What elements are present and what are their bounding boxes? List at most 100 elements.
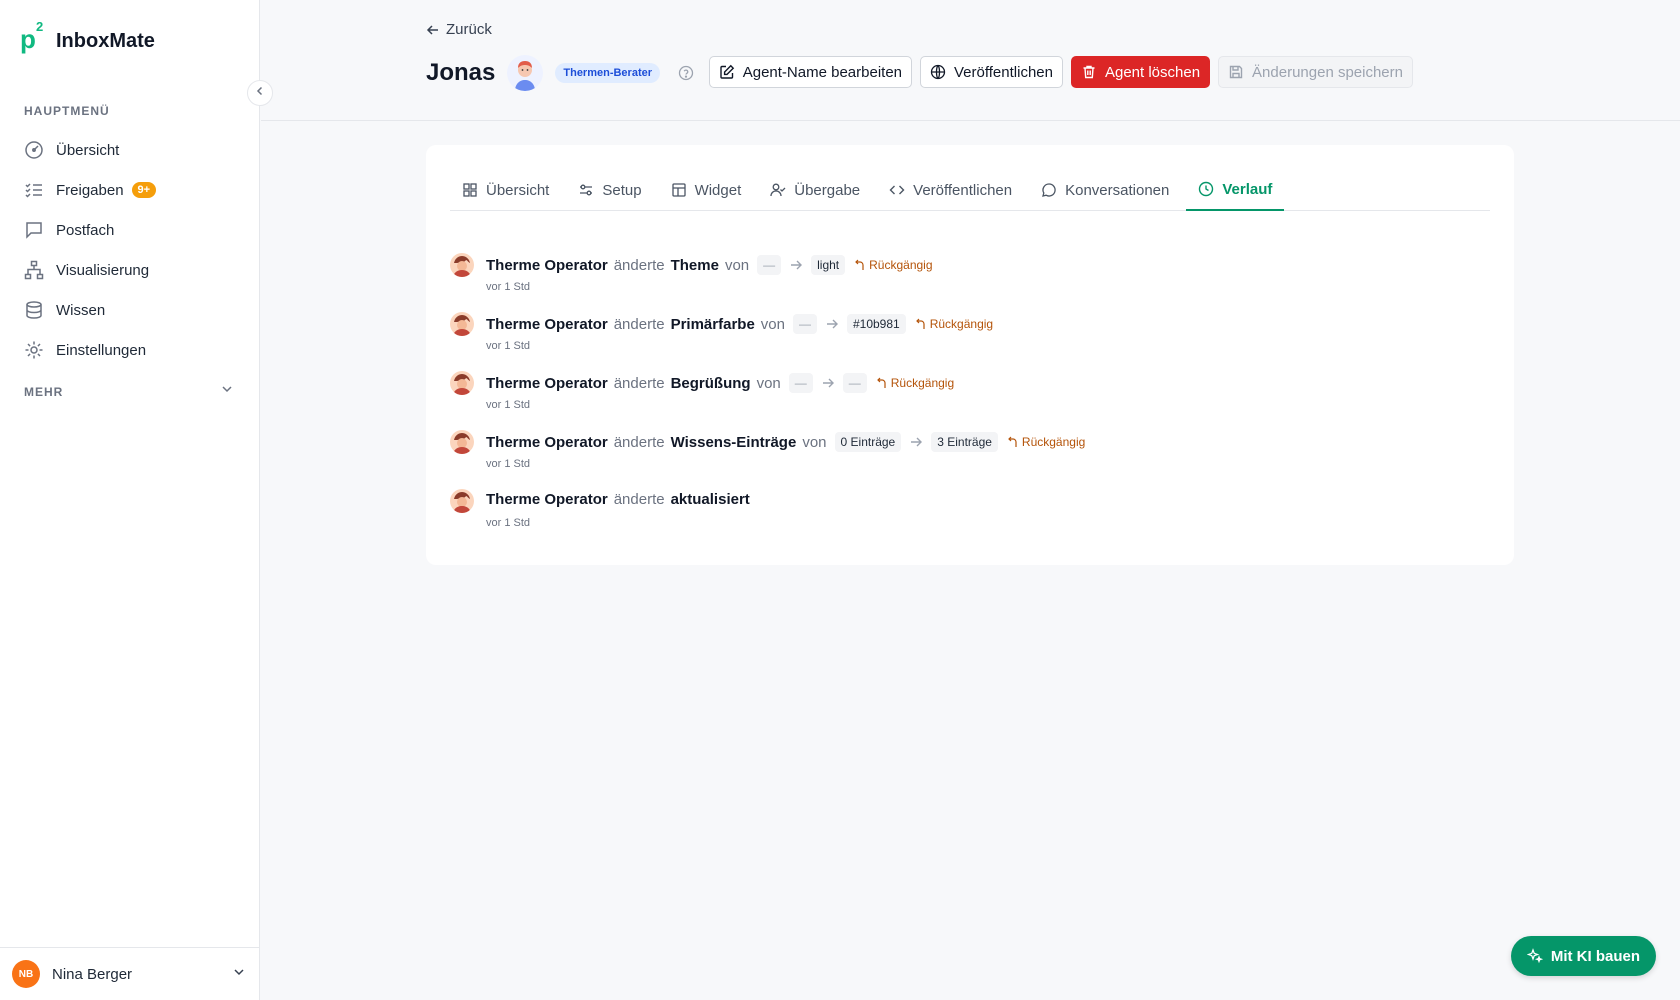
sparkles-icon	[1526, 948, 1543, 964]
clock-icon	[1198, 181, 1214, 197]
edit-icon	[719, 64, 735, 80]
code-icon	[889, 182, 905, 198]
grid-icon	[462, 182, 478, 198]
tab-label: Veröffentlichen	[913, 181, 1013, 199]
chat-icon	[24, 220, 44, 240]
globe-icon	[930, 64, 946, 80]
build-with-ai-label: Mit KI bauen	[1550, 947, 1640, 965]
agent-avatar	[507, 55, 544, 91]
history-user: Therme Operator	[486, 256, 608, 274]
logo-mark: p 2	[20, 20, 46, 56]
save-icon	[1228, 64, 1244, 80]
help-icon[interactable]	[678, 65, 694, 81]
layout-icon	[671, 182, 687, 198]
database-icon	[24, 300, 44, 320]
undo-button[interactable]: Rückgängig	[855, 258, 933, 272]
undo-label: Rückgängig	[869, 258, 933, 272]
gauge-icon	[24, 140, 44, 160]
history-field: Primärfarbe	[670, 315, 755, 333]
undo-button[interactable]: Rückgängig	[1008, 435, 1085, 449]
sidebar-item-label: Übersicht	[56, 141, 120, 159]
sidebar-item-knowledge[interactable]: Wissen	[14, 290, 246, 330]
history-list: Therme Operator änderte Theme von — ligh…	[450, 253, 1490, 548]
history-entry: Therme Operator änderte Theme von — ligh…	[486, 255, 933, 275]
history-timestamp: vor 1 Std	[486, 340, 531, 352]
undo-button[interactable]: Rückgängig	[915, 317, 994, 331]
history-entry: Therme Operator änderte Wissens-Einträge…	[486, 432, 1085, 452]
publish-button[interactable]: Veröffentlichen	[920, 56, 1063, 88]
message-icon	[1041, 182, 1057, 198]
sidebar-item-overview[interactable]: Übersicht	[14, 130, 246, 170]
history-verb: änderte	[613, 433, 665, 451]
list-item: Therme Operator änderte Wissens-Einträge…	[450, 430, 1490, 489]
arrow-right-icon	[789, 258, 803, 272]
sidebar-item-label: Wissen	[56, 301, 106, 319]
tab-handover[interactable]: Übergabe	[758, 169, 872, 211]
history-timestamp: vor 1 Std	[486, 399, 531, 411]
sidebar-item-visualization[interactable]: Visualisierung	[14, 250, 246, 290]
tab-label: Verlauf	[1222, 180, 1273, 198]
list-item: Therme Operator änderte Begrüßung von — …	[450, 371, 1490, 430]
avatar	[450, 489, 474, 513]
avatar: NB	[12, 960, 40, 988]
more-label: MEHR	[24, 384, 64, 399]
history-field: Begrüßung	[670, 374, 751, 392]
sidebar-collapse-button[interactable]	[247, 80, 273, 106]
old-value-chip: —	[757, 255, 782, 275]
history-user: Therme Operator	[486, 374, 608, 392]
history-field: aktualisiert	[670, 491, 750, 508]
tab-conversations[interactable]: Konversationen	[1029, 169, 1181, 211]
history-entry: Therme Operator änderte Primärfarbe von …	[486, 314, 993, 334]
new-value-chip: 3 Einträge	[931, 432, 998, 452]
tab-history[interactable]: Verlauf	[1186, 169, 1285, 211]
sidebar-item-label: Visualisierung	[56, 261, 150, 279]
build-with-ai-button[interactable]: Mit KI bauen	[1510, 936, 1656, 976]
edit-agent-name-label: Agent-Name bearbeiten	[742, 63, 902, 81]
tab-publish[interactable]: Veröffentlichen	[877, 169, 1024, 211]
back-link[interactable]: Zurück	[426, 21, 492, 38]
undo-label: Rückgängig	[929, 317, 994, 331]
sidebar-item-settings[interactable]: Einstellungen	[14, 330, 246, 370]
list-item: Therme Operator änderte Theme von — ligh…	[450, 253, 1490, 312]
undo-icon	[855, 259, 865, 271]
user-check-icon	[770, 182, 786, 198]
logo-superscript: 2	[36, 19, 44, 34]
save-changes-label: Änderungen speichern	[1252, 63, 1403, 81]
tab-overview[interactable]: Übersicht	[450, 169, 561, 211]
main-menu-label: HAUPTMENÜ	[24, 104, 110, 118]
agent-title: Jonas Thermen-Berater	[426, 55, 694, 91]
arrow-right-icon	[821, 376, 835, 390]
history-from-label: von	[756, 374, 781, 392]
history-user: Therme Operator	[486, 433, 608, 451]
new-value-chip: #10b981	[846, 314, 906, 334]
sidebar-item-inbox[interactable]: Postfach	[14, 210, 246, 250]
agent-detail-card: Übersicht Setup Widget Übergabe Veröffen…	[426, 145, 1514, 565]
save-changes-button[interactable]: Änderungen speichern	[1218, 56, 1413, 88]
publish-label: Veröffentlichen	[954, 63, 1053, 81]
history-verb: änderte	[613, 256, 665, 274]
tab-label: Widget	[694, 181, 742, 199]
more-section-toggle[interactable]: MEHR	[24, 382, 234, 401]
agent-role-badge: Thermen-Berater	[555, 63, 661, 83]
tab-setup[interactable]: Setup	[566, 169, 653, 211]
avatar	[450, 312, 474, 336]
delete-agent-button[interactable]: Agent löschen	[1070, 56, 1211, 88]
sidebar-item-label: Freigaben	[56, 181, 124, 199]
sidebar-item-label: Postfach	[56, 221, 115, 239]
undo-button[interactable]: Rückgängig	[876, 376, 954, 390]
tab-label: Setup	[602, 181, 642, 199]
logo-letter: p	[20, 24, 36, 54]
app-logo[interactable]: p 2 InboxMate	[20, 20, 155, 56]
arrow-left-icon	[426, 23, 440, 37]
sidebar: p 2 InboxMate HAUPTMENÜ Übersicht Freiga…	[0, 0, 260, 1000]
arrow-right-icon	[909, 435, 923, 449]
main-nav: Übersicht Freigaben 9+ Postfach Visualis…	[14, 130, 246, 370]
tab-widget[interactable]: Widget	[659, 169, 754, 211]
sidebar-item-approvals[interactable]: Freigaben 9+	[14, 170, 246, 210]
user-menu[interactable]: NB Nina Berger	[0, 947, 260, 1000]
sitemap-icon	[24, 260, 44, 280]
history-field: Theme	[670, 256, 719, 274]
edit-agent-name-button[interactable]: Agent-Name bearbeiten	[708, 56, 912, 88]
chevron-down-icon	[232, 965, 246, 984]
tab-label: Übergabe	[794, 181, 861, 199]
